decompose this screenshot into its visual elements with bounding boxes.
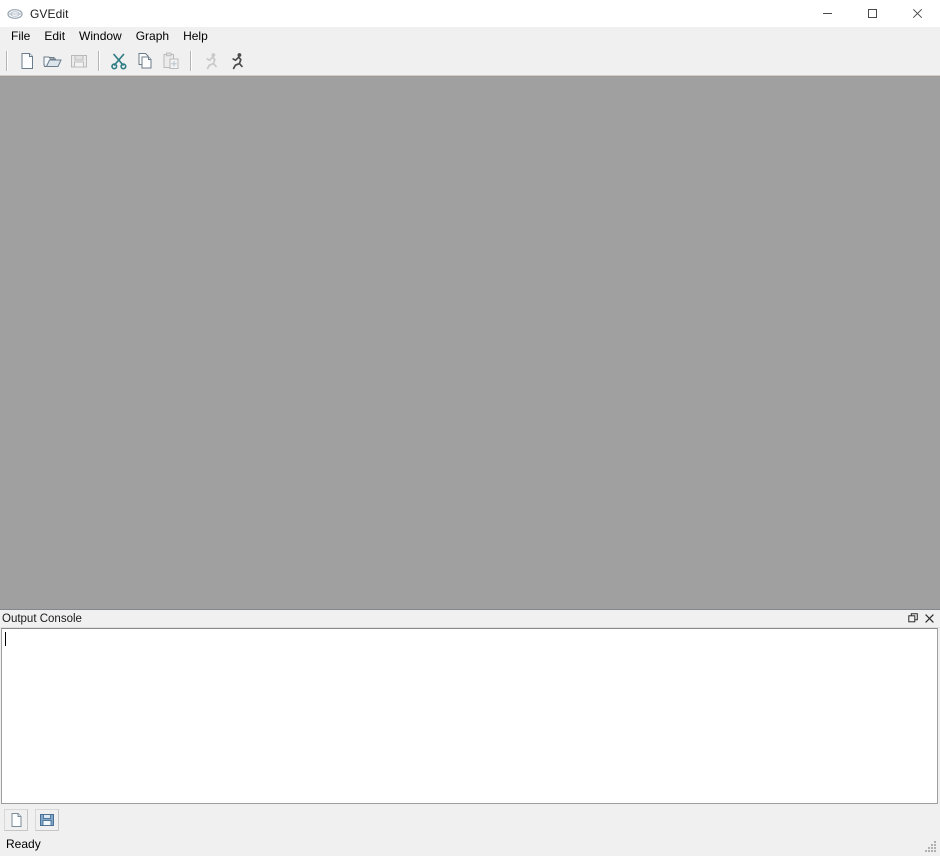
toolbar-file-group [14,48,92,74]
menubar: File Edit Window Graph Help [0,27,940,46]
gvedit-main-window: GVEdit File Edit Window Graph Help Outpu… [0,0,940,855]
menu-item-edit[interactable]: Edit [37,28,72,46]
menu-item-help[interactable]: Help [176,28,215,46]
save-floppy-icon [39,812,55,828]
output-console-body [0,628,940,806]
save-floppy-icon [69,51,89,71]
save-file-button[interactable] [66,48,92,74]
paste-button[interactable] [158,48,184,74]
main-toolbar [0,46,940,76]
toolbar-drag-handle-1[interactable] [3,50,12,72]
bottom-toolbar [0,806,940,834]
open-file-button[interactable] [40,48,66,74]
menu-item-file[interactable]: File [4,28,37,46]
resize-grip-icon[interactable] [922,837,938,853]
bottom-new-file-button[interactable] [4,809,28,831]
status-message: Ready [6,837,41,851]
text-caret [5,632,6,646]
new-file-icon [17,51,37,71]
toolbar-drag-handle-3[interactable] [187,50,196,72]
bottom-save-button[interactable] [35,809,59,831]
output-console-title: Output Console [2,612,82,625]
window-title: GVEdit [30,6,69,21]
close-button[interactable] [895,0,940,27]
undock-icon [908,613,919,624]
output-console-title-buttons [907,612,936,625]
copy-pages-icon [135,51,155,71]
window-controls [805,0,940,27]
toolbar-drag-handle-2[interactable] [95,50,104,72]
new-file-button[interactable] [14,48,40,74]
maximize-button[interactable] [850,0,895,27]
undock-button[interactable] [907,612,920,625]
close-icon [924,613,935,624]
mdi-area[interactable] [0,76,940,609]
toolbar-edit-group [106,48,184,74]
titlebar[interactable]: GVEdit [0,0,940,27]
output-console-dock: Output Console [0,609,940,806]
cut-button[interactable] [106,48,132,74]
minimize-button[interactable] [805,0,850,27]
output-console-textarea[interactable] [1,628,938,804]
run-settings-button[interactable] [224,48,250,74]
cut-scissors-icon [109,51,129,71]
toolbar-run-group [198,48,250,74]
output-console-titlebar[interactable]: Output Console [0,610,940,628]
menu-item-graph[interactable]: Graph [129,28,176,46]
run-settings-icon [227,51,247,71]
new-file-icon [9,812,24,828]
menu-item-window[interactable]: Window [72,28,129,46]
run-layout-button[interactable] [198,48,224,74]
copy-button[interactable] [132,48,158,74]
close-console-button[interactable] [923,612,936,625]
graphviz-logo-icon [7,6,23,22]
statusbar: Ready [0,834,940,855]
titlebar-left: GVEdit [0,6,69,22]
run-layout-icon [201,51,221,71]
open-folder-icon [42,51,64,71]
paste-clipboard-icon [161,51,181,71]
